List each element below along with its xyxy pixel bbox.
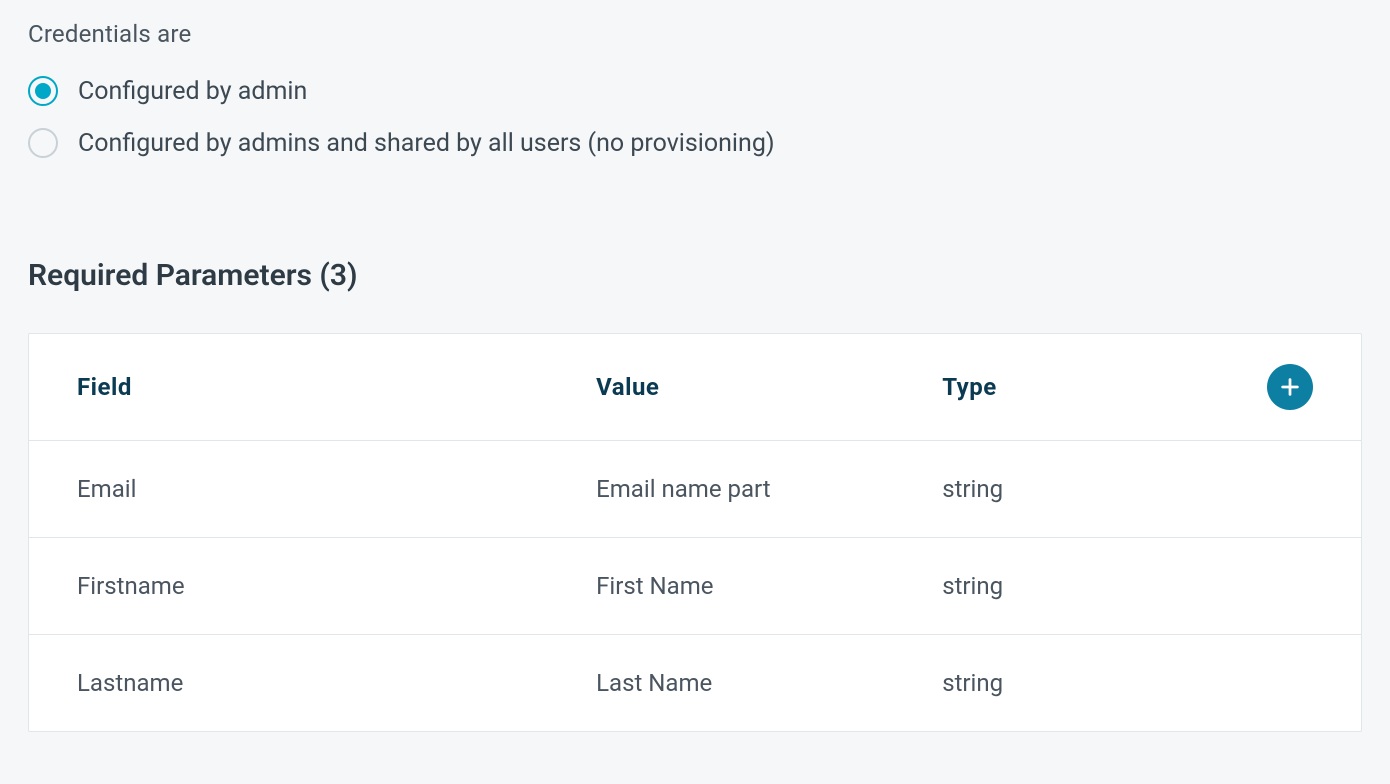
required-parameters-table: Field Value Type Email Email name part s… [28, 333, 1362, 732]
radio-indicator [28, 76, 58, 106]
cell-field: Email [77, 475, 596, 503]
cell-type: string [942, 572, 1189, 600]
radio-label: Configured by admins and shared by all u… [78, 129, 775, 158]
table-header: Field Value Type [29, 334, 1361, 441]
cell-value: Last Name [596, 669, 942, 697]
header-field: Field [77, 373, 596, 401]
cell-field: Firstname [77, 572, 596, 600]
header-value: Value [596, 373, 942, 401]
header-type: Type [942, 373, 1189, 401]
cell-value: Email name part [596, 475, 942, 503]
radio-configured-shared[interactable]: Configured by admins and shared by all u… [28, 128, 1362, 158]
cell-value: First Name [596, 572, 942, 600]
cell-field: Lastname [77, 669, 596, 697]
credentials-label: Credentials are [28, 20, 1362, 48]
plus-icon [1279, 376, 1301, 398]
credentials-radio-group: Configured by admin Configured by admins… [28, 76, 1362, 158]
table-row: Lastname Last Name string [29, 635, 1361, 731]
cell-type: string [942, 669, 1189, 697]
add-parameter-button[interactable] [1267, 364, 1313, 410]
table-row: Email Email name part string [29, 441, 1361, 538]
cell-type: string [942, 475, 1189, 503]
radio-configured-by-admin[interactable]: Configured by admin [28, 76, 1362, 106]
radio-label: Configured by admin [78, 77, 307, 106]
radio-indicator [28, 128, 58, 158]
table-row: Firstname First Name string [29, 538, 1361, 635]
required-parameters-heading: Required Parameters (3) [28, 258, 1362, 293]
